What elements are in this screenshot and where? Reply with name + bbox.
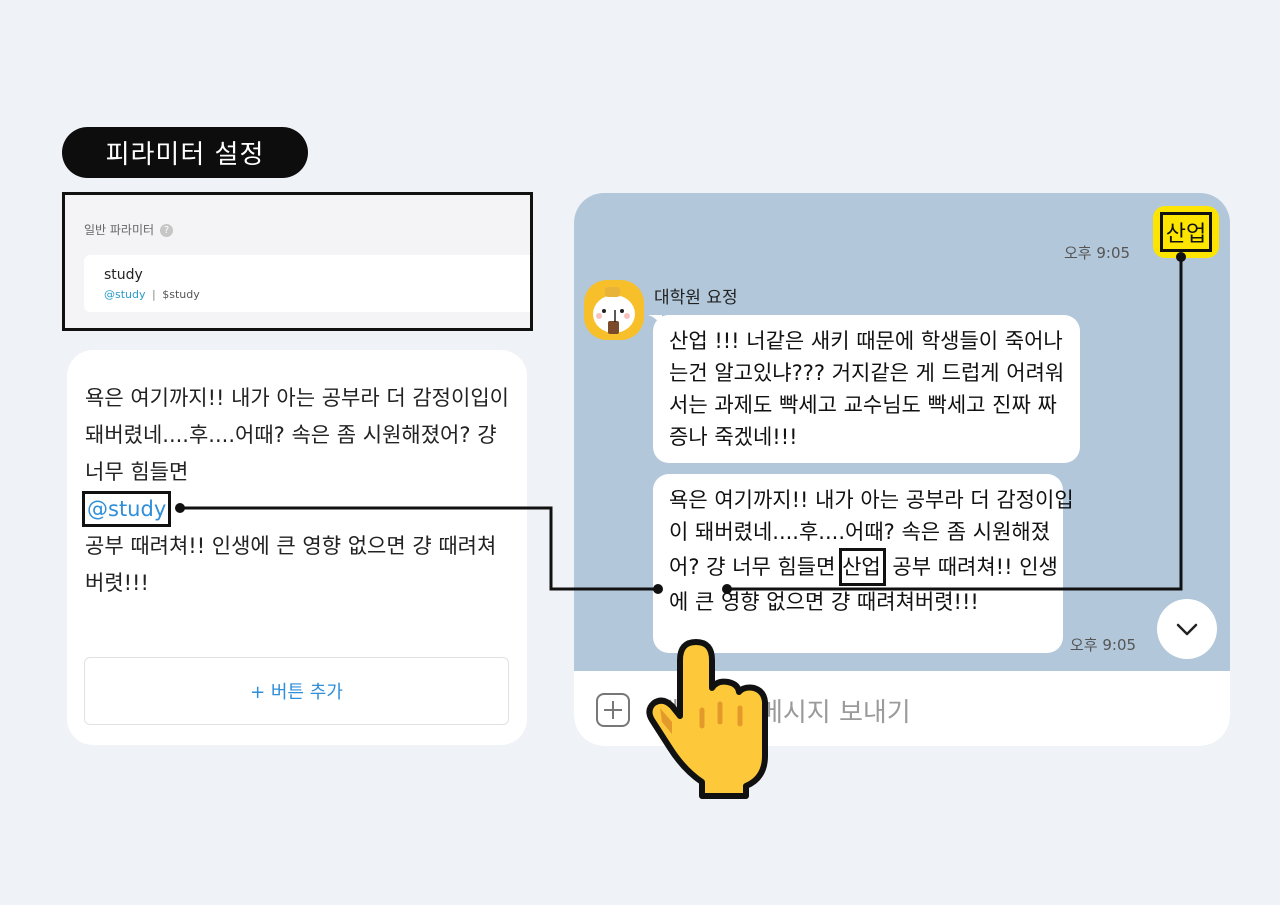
scroll-down-button[interactable] [1157,599,1217,659]
study-mention[interactable]: @study [82,491,172,527]
parameter-panel: 일반 파라미터? study @study | $study [62,192,533,331]
settings-badge: 피라미터 설정 [62,127,308,178]
plus-square-icon[interactable] [595,692,631,728]
bot-message-text-1: 산업 !!! 너같은 새키 때문에 학생들이 죽어나는건 알고있냐??? 거지같… [669,329,1065,449]
reply-time: 오후 9:05 [1070,636,1137,654]
bot-message-bubble-1: 산업 !!! 너같은 새키 때문에 학생들이 죽어나는건 알고있냐??? 거지같… [653,315,1080,463]
chevron-down-icon [1176,623,1198,636]
parameter-variable: $study [162,288,200,301]
question-circle-icon[interactable]: ? [160,224,174,237]
response-text-before: 욕은 여기까지!! 내가 아는 공부라 더 감정이입이 돼버렸네....후...… [85,386,509,484]
parameter-separator: | [152,288,156,301]
parameter-sub: @study | $study [104,288,200,301]
pointing-hand-icon [646,639,768,799]
response-text-card: 욕은 여기까지!! 내가 아는 공부라 더 감정이입이 돼버렸네....후...… [67,350,527,745]
bot-message-text-2: 욕은 여기까지!! 내가 아는 공부라 더 감정이입이 돼버렸네....후...… [669,484,1074,618]
my-message-time: 오후 9:05 [1064,244,1131,262]
bot-message-2-highlight: 산업 [839,548,886,586]
parameter-panel-title-text: 일반 파라미터 [84,223,155,237]
my-message-text: 산업 [1159,212,1213,252]
fairy-character-avatar[interactable] [584,280,644,340]
my-message-bubble: 산업 [1153,206,1219,258]
add-button[interactable]: + 버튼 추가 [84,657,509,725]
bot-message-bubble-2: 욕은 여기까지!! 내가 아는 공부라 더 감정이입이 돼버렸네....후...… [653,474,1074,653]
sender-name: 대학원 요정 [654,288,738,308]
parameter-card[interactable]: study @study | $study [84,255,530,312]
parameter-alias: @study [104,288,146,301]
response-text-after: 공부 때려쳐!! 인생에 큰 영향 없으면 걍 때려쳐버렷!!! [85,534,497,595]
parameter-name: study [104,267,143,283]
parameter-panel-title: 일반 파라미터? [84,221,174,238]
response-text: 욕은 여기까지!! 내가 아는 공부라 더 감정이입이 돼버렸네....후...… [82,380,515,602]
